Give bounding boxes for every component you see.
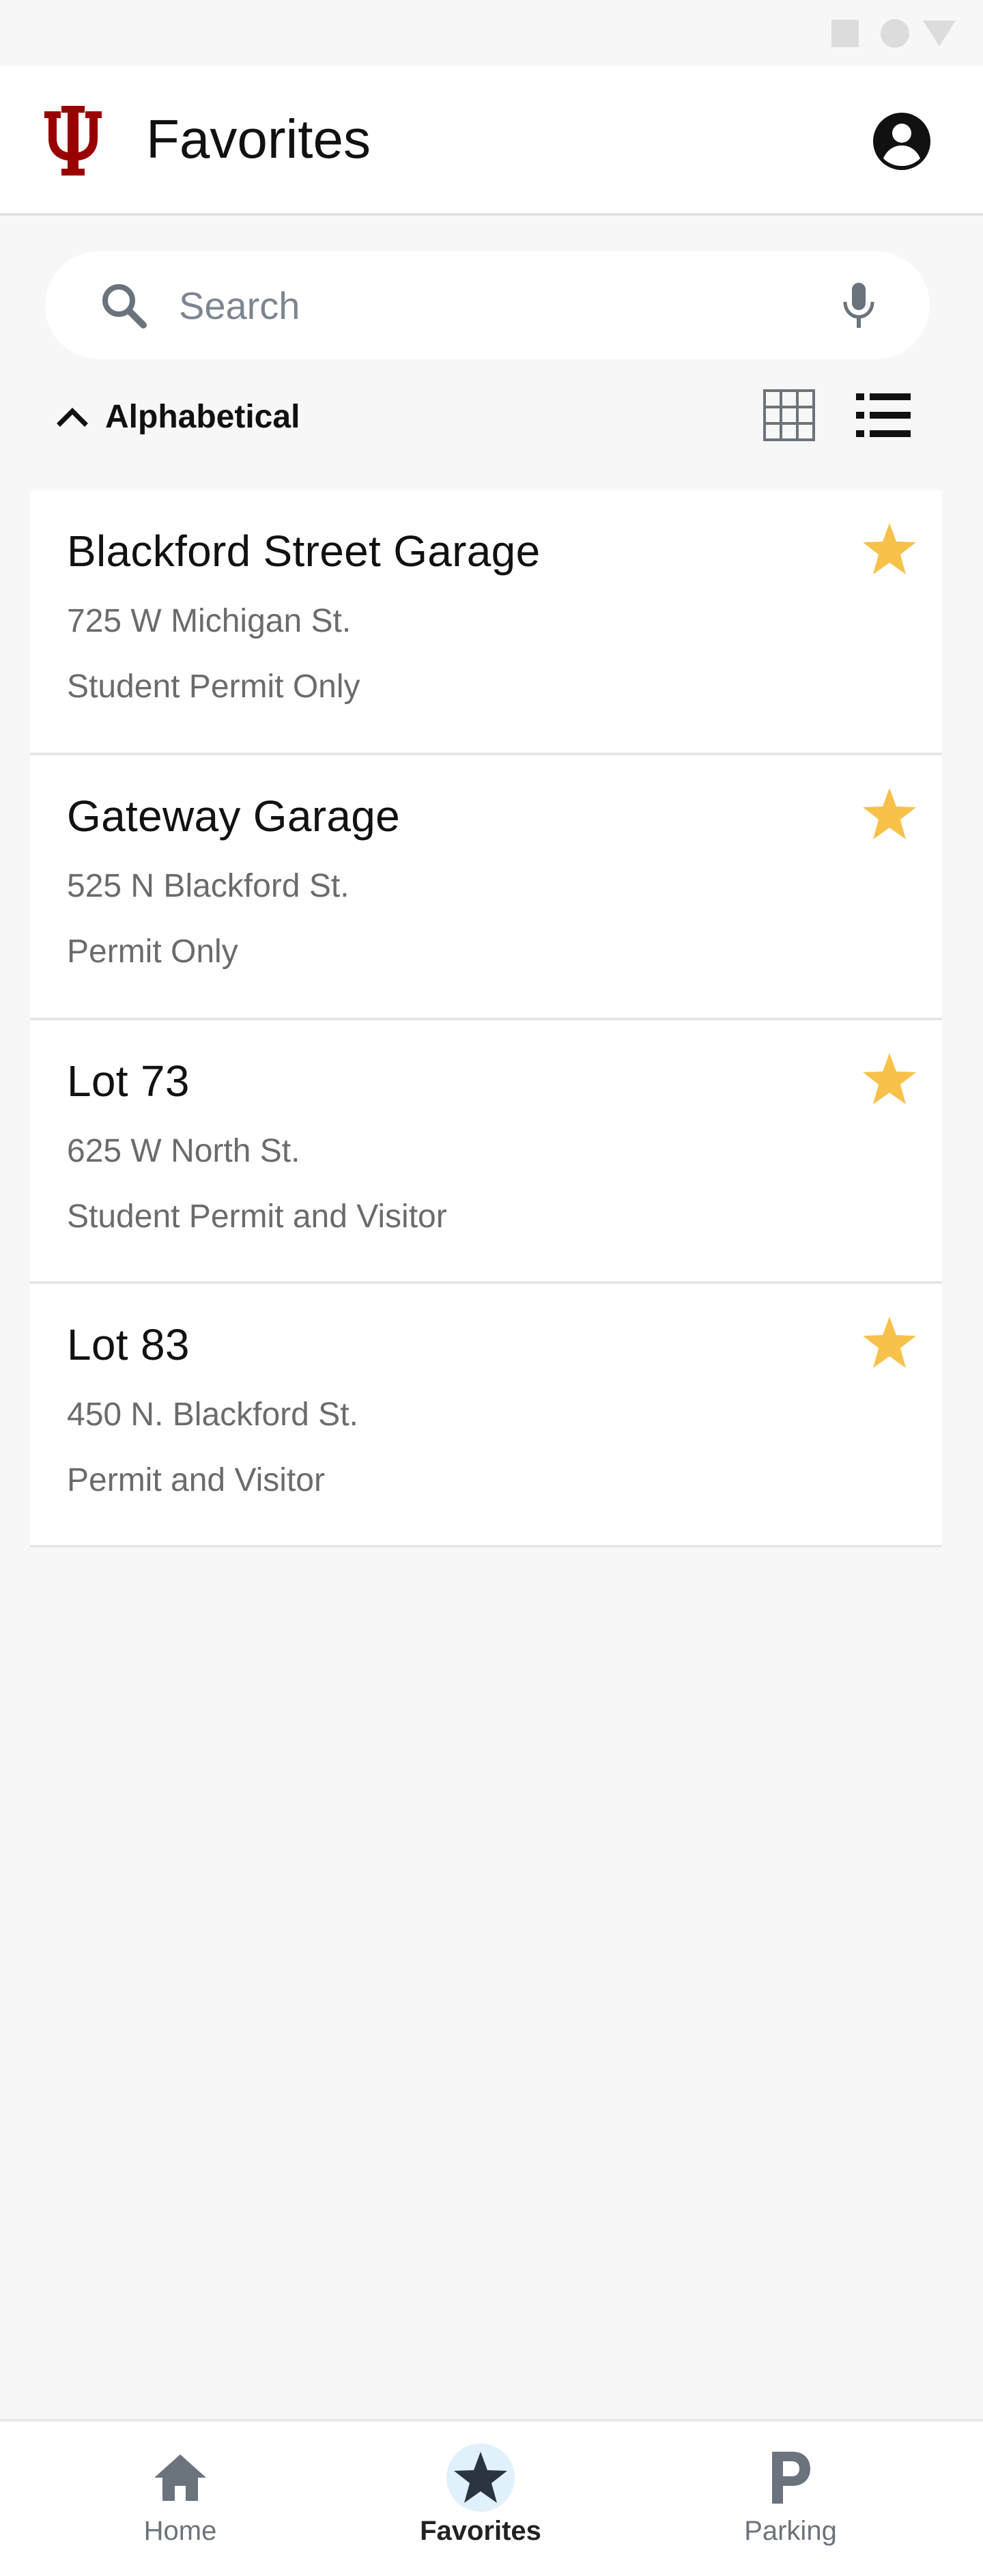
nav-item-favorites[interactable]: Favorites (344, 2422, 617, 2576)
status-square-icon (831, 20, 859, 47)
star-icon[interactable] (861, 1315, 917, 1370)
location-address: 450 N. Blackford St. (67, 1397, 358, 1433)
star-icon[interactable] (861, 1052, 917, 1106)
location-address: 625 W North St. (67, 1133, 300, 1169)
nav-icon-container (756, 2444, 825, 2512)
permit-type: Permit and Visitor (67, 1462, 325, 1498)
favorites-list: Blackford Street Garage 725 W Michigan S… (30, 490, 942, 1548)
status-triangle-icon (923, 20, 956, 46)
nav-label-favorites: Favorites (420, 2516, 541, 2546)
sort-toggle[interactable]: Alphabetical (53, 389, 300, 444)
favorite-card[interactable]: Lot 73 625 W North St. Student Permit an… (30, 1020, 942, 1284)
permit-type: Student Permit and Visitor (67, 1199, 447, 1235)
nav-label-parking: Parking (744, 2516, 837, 2546)
search-bar[interactable] (45, 251, 930, 359)
location-name: Lot 73 (67, 1056, 190, 1106)
location-address: 725 W Michigan St. (67, 603, 352, 639)
microphone-icon[interactable] (831, 279, 886, 333)
app-bar: Favorites (0, 66, 983, 216)
search-icon (102, 284, 147, 328)
chevron-up-icon (57, 408, 88, 427)
iu-logo-icon (44, 106, 102, 176)
star-icon (454, 2452, 507, 2503)
location-address: 525 N Blackford St. (67, 868, 350, 904)
status-bar (0, 0, 983, 66)
nav-icon-container (446, 2444, 515, 2512)
nav-icon-container (146, 2444, 214, 2512)
nav-item-parking[interactable]: Parking (654, 2422, 927, 2576)
account-icon[interactable] (871, 111, 932, 172)
status-circle-icon (881, 19, 909, 48)
permit-type: Permit Only (67, 934, 238, 970)
permit-type: Student Permit Only (67, 669, 360, 705)
grid-view-icon[interactable] (760, 387, 818, 444)
star-icon[interactable] (861, 787, 917, 841)
home-icon (154, 2454, 206, 2501)
favorite-card[interactable]: Blackford Street Garage 725 W Michigan S… (30, 490, 942, 755)
page-title: Favorites (146, 109, 371, 169)
location-name: Lot 83 (67, 1320, 190, 1369)
bottom-navigation: Home Favorites Parking (0, 2419, 983, 2576)
list-view-icon[interactable] (853, 387, 913, 444)
sort-label: Alphabetical (105, 398, 300, 435)
location-name: Blackford Street Garage (67, 527, 541, 576)
location-name: Gateway Garage (67, 792, 401, 841)
favorite-card[interactable]: Lot 83 450 N. Blackford St. Permit and V… (30, 1284, 942, 1548)
star-icon[interactable] (861, 522, 917, 576)
search-input[interactable] (179, 275, 793, 336)
nav-label-home: Home (143, 2516, 217, 2546)
parking-icon (772, 2452, 810, 2504)
nav-item-home[interactable]: Home (44, 2422, 317, 2576)
favorite-card[interactable]: Gateway Garage 525 N Blackford St. Permi… (30, 755, 942, 1020)
